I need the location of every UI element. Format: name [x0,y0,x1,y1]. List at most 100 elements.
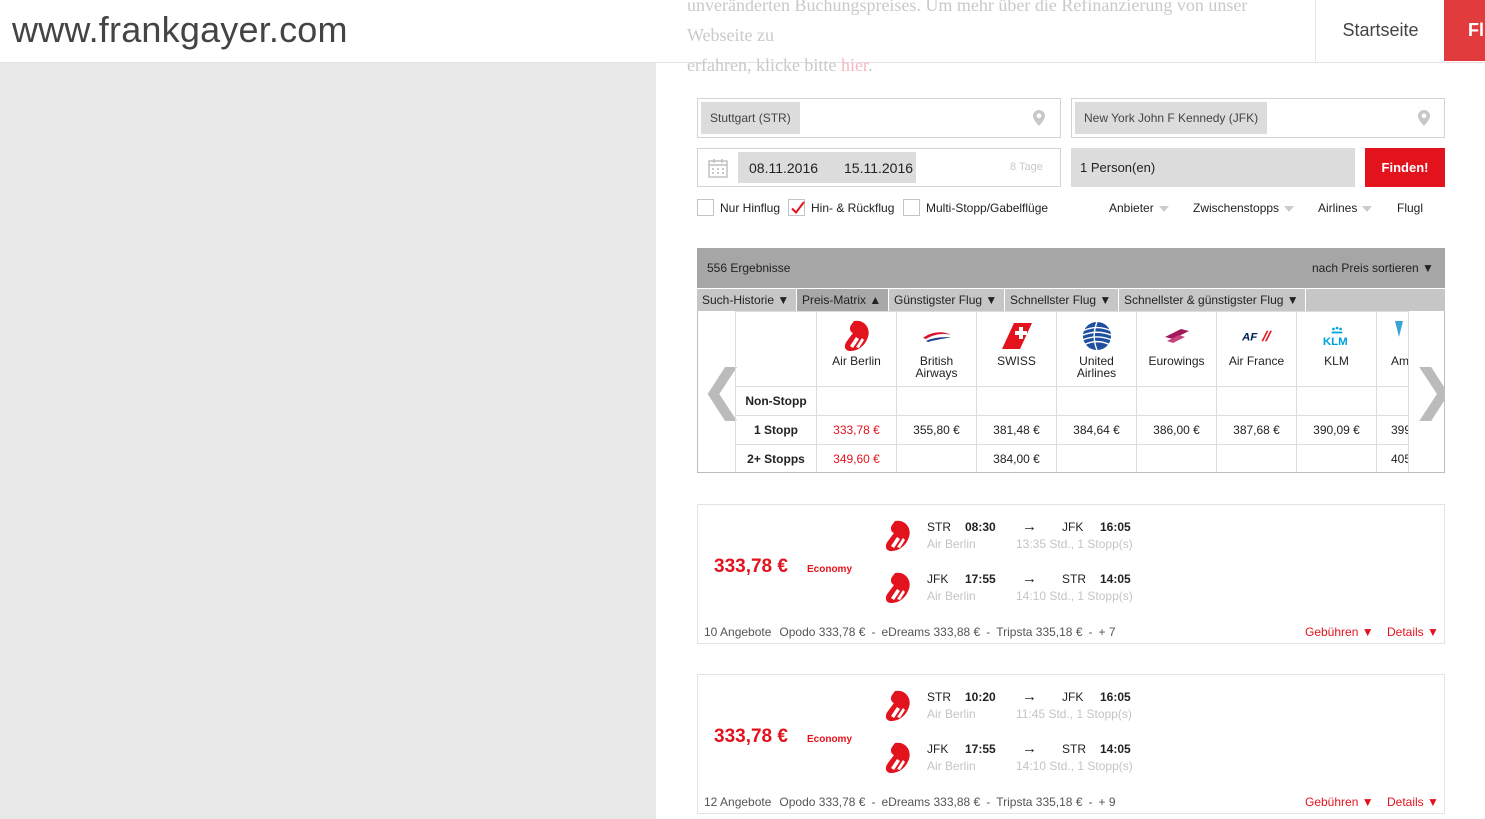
airline-name: British Airways [915,354,958,380]
checkbox-multi-stop[interactable] [903,199,920,216]
origin-chip[interactable]: Stuttgart (STR) [701,102,800,134]
date-field[interactable]: 08.11.2016 15.11.2016 8 Tage [697,148,1061,187]
british-airways-logo-icon [922,320,952,352]
offer-item[interactable]: eDreams 333,88 € [881,795,980,809]
offer-item[interactable]: Opodo 333,78 € [779,625,865,639]
airline-col-british-airways[interactable]: British Airways [896,311,976,386]
price-cell[interactable]: 355,80 € [896,415,976,444]
departure-date[interactable]: 08.11.2016 [738,152,824,183]
fees-link[interactable]: Gebühren ▼ [1305,625,1374,639]
sort-dropdown[interactable]: nach Preis sortieren ▼ [1312,261,1434,275]
next-arrow-icon[interactable]: ❯ [1411,363,1444,417]
details-link[interactable]: Details ▼ [1387,625,1439,639]
offer-item[interactable]: Tripsta 335,18 € [996,625,1082,639]
info-text: unveränderten Buchungspreises. Um mehr ü… [687,0,1307,80]
price-cell[interactable]: 387,68 € [1216,415,1296,444]
filter-zwischenstopps-label: Zwischenstopps [1193,201,1280,215]
airline-col-air-france[interactable]: AF Air France [1216,311,1296,386]
price-cell[interactable]: 349,60 € [816,444,896,472]
airline-col-klm[interactable]: KLM KLM [1296,311,1376,386]
tab-guenstigster-flug[interactable]: Günstigster Flug ▼ [889,289,1005,311]
price-cell[interactable] [1056,386,1136,415]
tab-preis-matrix[interactable]: Preis-Matrix ▲ [797,289,889,311]
location-pin-icon [1418,110,1430,126]
offers-count[interactable]: 10 Angebote [704,625,771,639]
checkbox-round-trip[interactable] [788,199,805,216]
offer-item[interactable]: eDreams 333,88 € [881,625,980,639]
leg-destination: JFK [1062,520,1084,534]
filter-airlines-label: Airlines [1318,201,1358,215]
air-berlin-logo-icon [842,320,872,352]
tab-schnellster-guenstigster[interactable]: Schnellster & günstigster Flug ▼ [1119,289,1306,311]
airline-col-air-berlin[interactable]: Air Berlin [816,311,896,386]
filter-flug[interactable]: Flugl [1397,201,1423,215]
price-cell[interactable] [1296,386,1376,415]
destination-chip[interactable]: New York John F Kennedy (JFK) [1075,102,1268,134]
price-cell[interactable] [1136,386,1216,415]
leg-duration-stops: 13:35 Std., 1 Stopp(s) [1016,537,1133,551]
origin-field[interactable]: Stuttgart (STR) [697,98,1061,138]
nav-startseite[interactable]: Startseite [1315,0,1445,61]
checkbox-one-way[interactable] [697,199,714,216]
leg-origin: STR [927,520,951,534]
site-title[interactable]: www.frankgayer.com [12,9,348,51]
price-cell[interactable]: 386,00 € [1136,415,1216,444]
tab-such-historie[interactable]: Such-Historie ▼ [697,289,797,311]
offer-item[interactable]: + 9 [1099,795,1116,809]
offer-item[interactable]: + 7 [1099,625,1116,639]
tab-schnellster-flug[interactable]: Schnellster Flug ▼ [1005,289,1119,311]
label-one-way: Nur Hinflug [720,201,781,215]
offers-count[interactable]: 12 Angebote [704,795,771,809]
details-link[interactable]: Details ▼ [1387,795,1439,809]
price-cell[interactable] [1216,386,1296,415]
price-cell[interactable]: 333,78 € [816,415,896,444]
location-pin-icon [1033,110,1045,126]
price-cell[interactable] [896,444,976,472]
price-cell[interactable]: 384,64 € [1056,415,1136,444]
label-round-trip: Hin- & Rückflug [811,201,895,215]
filter-anbieter[interactable]: Anbieter [1109,201,1169,215]
calendar-icon[interactable] [708,158,728,178]
price-cell[interactable] [1296,444,1376,472]
trip-duration: 8 Tage [1010,161,1043,173]
info-text-line2: erfahren, klicke bitte [687,55,837,75]
fees-link[interactable]: Gebühren ▼ [1305,795,1374,809]
cabin-class: Economy [807,564,853,575]
airline-col-swiss[interactable]: SWISS [976,311,1056,386]
airline-name: SWISS [997,354,1036,368]
left-empty-panel [0,63,656,819]
destination-field[interactable]: New York John F Kennedy (JFK) [1071,98,1445,138]
offer-item[interactable]: Opodo 333,78 € [779,795,865,809]
leg-airline: Air Berlin [927,589,976,603]
price-cell[interactable] [896,386,976,415]
leg-departure-time: 10:20 [965,690,996,704]
chevron-down-icon [1362,205,1373,212]
price-cell[interactable] [1136,444,1216,472]
price-cell[interactable] [1056,444,1136,472]
price-cell[interactable] [816,386,896,415]
persons-select[interactable]: 1 Person(en) [1071,148,1355,187]
filter-zwischenstopps[interactable]: Zwischenstopps [1193,201,1295,215]
find-button[interactable]: Finden! [1365,148,1445,187]
leg-origin: JFK [927,742,949,756]
leg-arrival-time: 14:05 [1100,572,1131,586]
row-label-2-stopps: 2+ Stopps [735,444,816,472]
info-link[interactable]: hier [841,55,868,75]
airline-col-united[interactable]: United Airlines [1056,311,1136,386]
info-text-end: . [867,55,873,75]
price-cell[interactable]: 390,09 € [1296,415,1376,444]
offer-item[interactable]: Tripsta 335,18 € [996,795,1082,809]
label-multi-stop: Multi-Stopp/Gabelflüge [926,201,1049,215]
price-cell[interactable]: 384,00 € [976,444,1056,472]
return-date[interactable]: 15.11.2016 [824,152,916,183]
price-cell[interactable] [1216,444,1296,472]
filter-airlines[interactable]: Airlines [1318,201,1373,215]
flight-card[interactable]: 333,78 € Economy STR 10:20 → JFK 16:05 Air Berl… [697,674,1445,814]
airline-col-eurowings[interactable]: Eurowings [1136,311,1216,386]
price-cell[interactable]: 381,48 € [976,415,1056,444]
leg-departure-time: 08:30 [965,520,996,534]
nav-flug[interactable]: Flug [1444,0,1485,61]
flight-card[interactable]: 333,78 € Economy STR 08:30 → JFK 16:05 Air Berl… [697,504,1445,644]
leg-destination: STR [1062,572,1086,586]
price-cell[interactable] [976,386,1056,415]
